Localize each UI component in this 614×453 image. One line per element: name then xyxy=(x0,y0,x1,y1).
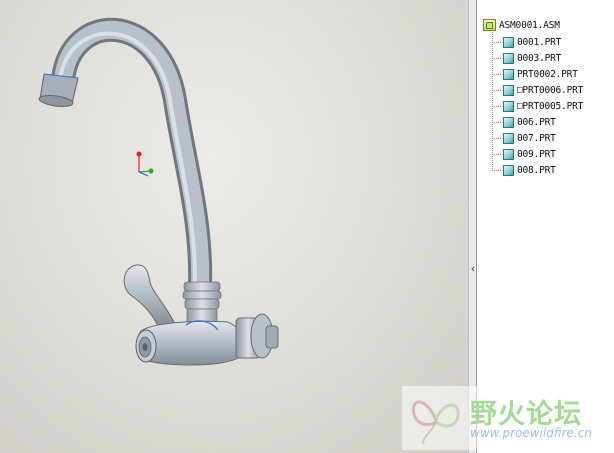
tree-connector xyxy=(492,106,501,107)
tree-item[interactable]: 0003.PRT xyxy=(503,51,561,65)
graphics-viewport[interactable] xyxy=(0,0,468,453)
part-icon xyxy=(503,164,514,176)
faucet-model[interactable] xyxy=(0,0,468,453)
tree-root-label: ASM0001.ASM xyxy=(499,19,560,31)
tree-item-label: 009.PRT xyxy=(517,148,556,160)
tree-item[interactable]: 0001.PRT xyxy=(503,35,561,49)
part-icon xyxy=(503,68,514,80)
tree-item-label: PRT0002.PRT xyxy=(517,68,578,80)
tree-connector xyxy=(492,90,501,91)
valve-cap xyxy=(135,329,157,363)
tree-item-label: 006.PRT xyxy=(517,116,556,128)
tree-connector xyxy=(492,27,493,169)
butterfly-logo-icon xyxy=(411,400,460,445)
tree-item-label: PRT0005.PRT xyxy=(522,100,584,112)
assembly-icon xyxy=(483,19,496,31)
tree-item-label: 0003.PRT xyxy=(517,52,562,64)
tree-connector xyxy=(492,138,501,139)
part-icon xyxy=(503,84,514,96)
tree-connector xyxy=(492,58,501,59)
tree-item[interactable]: 007.PRT xyxy=(503,131,556,145)
part-icon xyxy=(503,100,514,112)
wall-flange xyxy=(235,313,279,359)
tree-connector xyxy=(492,42,501,43)
aerator-nozzle xyxy=(38,73,79,107)
tree-item[interactable]: □ PRT0005.PRT xyxy=(503,99,583,113)
part-icon xyxy=(503,36,514,48)
part-icon xyxy=(503,52,514,64)
tree-item[interactable]: 006.PRT xyxy=(503,115,556,129)
tree-connector xyxy=(492,74,501,75)
tree-item[interactable]: 008.PRT xyxy=(503,163,556,177)
tree-item[interactable]: □ PRT0006.PRT xyxy=(503,83,583,97)
tree-item[interactable]: 009.PRT xyxy=(503,147,556,161)
collapse-arrow-icon[interactable]: ‹ xyxy=(470,262,476,276)
lever-handle xyxy=(123,264,177,327)
tree-connector xyxy=(492,170,501,171)
tree-connector xyxy=(492,154,501,155)
tree-root-item[interactable]: ASM0001.ASM xyxy=(483,18,560,32)
collar-rings xyxy=(182,281,222,324)
tree-item-label: 0001.PRT xyxy=(517,36,562,48)
tree-item-label: 007.PRT xyxy=(517,132,556,144)
part-icon xyxy=(503,116,514,128)
tree-item[interactable]: PRT0002.PRT xyxy=(503,67,578,81)
tree-item-label: 008.PRT xyxy=(517,164,556,176)
watermark-url: www.proewildfire.cn xyxy=(470,426,592,440)
coordinate-triad xyxy=(136,151,154,177)
tree-item-label: PRT0006.PRT xyxy=(522,84,584,96)
tree-connector xyxy=(492,122,501,123)
watermark: 野火论坛 www.proewildfire.cn xyxy=(402,386,610,450)
part-icon xyxy=(503,148,514,160)
part-icon xyxy=(503,132,514,144)
